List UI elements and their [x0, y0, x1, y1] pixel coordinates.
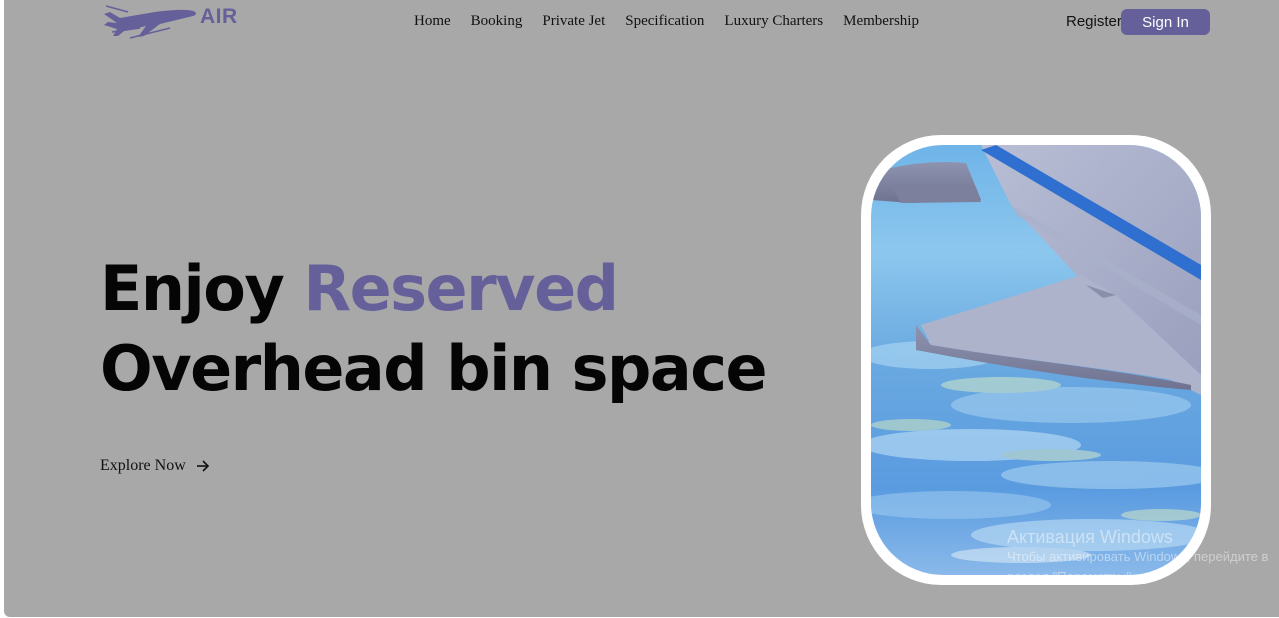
hero-title-line2: Overhead bin space	[100, 332, 768, 405]
airplane-wing-image	[871, 145, 1201, 575]
main-nav: Home Booking Private Jet Specification L…	[414, 13, 919, 30]
hero-title-word: Enjoy	[100, 252, 285, 325]
airplane-logo-icon	[104, 5, 196, 39]
nav-item-booking[interactable]: Booking	[471, 13, 523, 30]
sign-in-label: Sign In	[1142, 13, 1189, 31]
explore-now-link[interactable]: Explore Now	[100, 457, 210, 475]
brand-logo[interactable]: AIR	[100, 0, 250, 40]
register-link[interactable]: Register	[1066, 13, 1122, 30]
hero-title-line1: Enjoy Reserved	[100, 252, 619, 325]
nav-item-private-jet[interactable]: Private Jet	[542, 13, 605, 30]
arrow-right-icon	[196, 460, 209, 472]
airplane-window-frame	[861, 135, 1211, 585]
sign-in-button[interactable]: Sign In	[1121, 9, 1210, 35]
nav-item-home[interactable]: Home	[414, 13, 451, 30]
nav-item-membership[interactable]: Membership	[843, 13, 919, 30]
brand-logo-text: AIR	[200, 5, 238, 28]
hero-title-accent: Reserved	[303, 252, 619, 325]
explore-now-label: Explore Now	[100, 457, 186, 474]
nav-item-luxury-charters[interactable]: Luxury Charters	[724, 13, 823, 30]
wing-view-illustration	[871, 145, 1201, 575]
page: AIR Home Booking Private Jet Specificati…	[4, 0, 1279, 617]
nav-item-specification[interactable]: Specification	[625, 13, 704, 30]
